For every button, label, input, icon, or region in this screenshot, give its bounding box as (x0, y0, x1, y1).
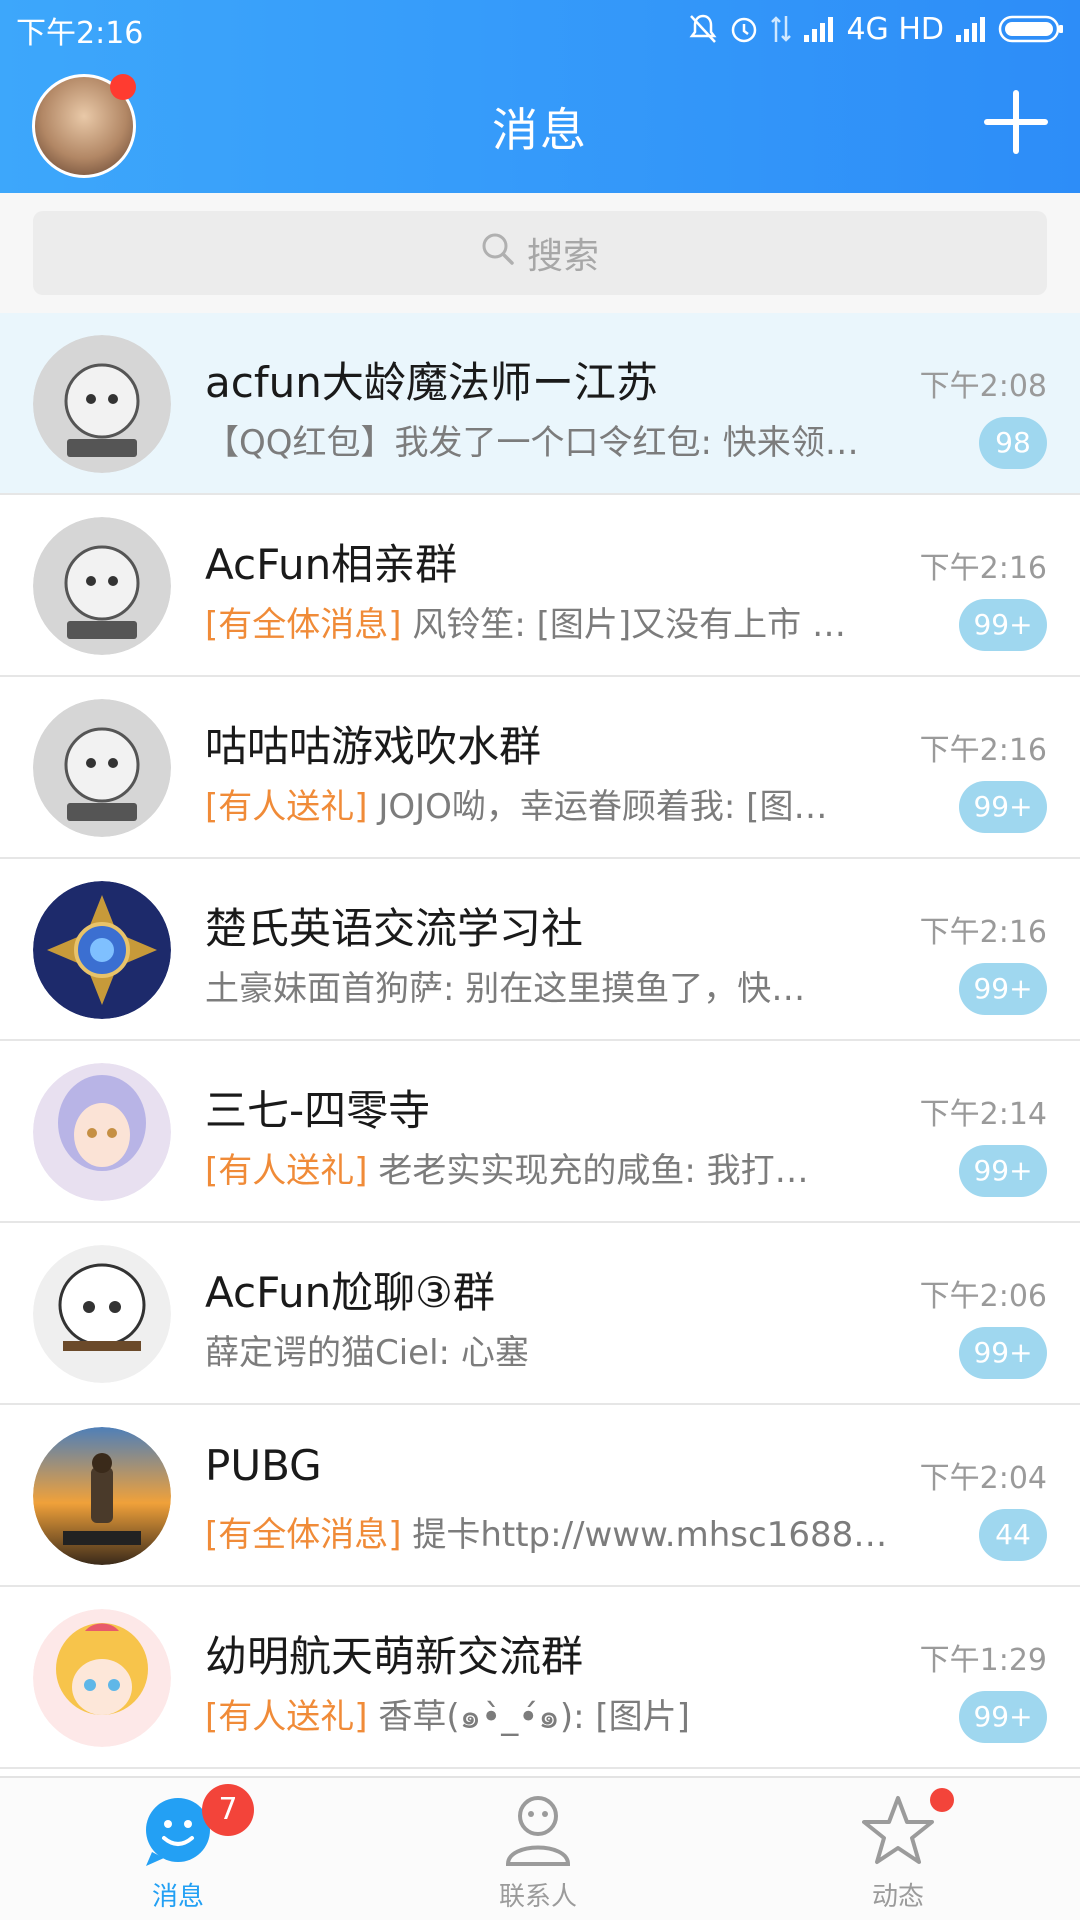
contact-person-icon (502, 1792, 574, 1872)
bottom-tab-bar: 7 消息 联系人 动态 (0, 1776, 1080, 1920)
add-plus-icon[interactable] (984, 90, 1048, 154)
group-avatar (33, 699, 171, 837)
unread-badge: 99+ (959, 599, 1047, 651)
signal-icon-2 (954, 15, 988, 43)
conversation-name: 咕咕咕游戏吹水群 (205, 722, 542, 771)
conversation-preview: [有全体消息] 风铃笙: [图片]又没有上市 … (205, 597, 913, 646)
unread-badge: 99+ (959, 1691, 1047, 1743)
conversation-time: 下午1:29 (919, 1643, 1047, 1678)
search-area: 搜索 (0, 193, 1080, 313)
messages-badge: 7 (202, 1784, 254, 1836)
tab-label: 联系人 (498, 1882, 577, 1912)
conversation-name: PUBG (205, 1441, 322, 1490)
conversation-time: 下午2:08 (919, 369, 1047, 404)
conversation-preview: 【QQ红包】我发了一个口令红包: 快来领… (205, 415, 913, 464)
conversation-row[interactable]: PUBG [有全体消息] 提卡http://www.mhsc1688… 下午2:… (0, 1405, 1080, 1587)
tab-label: 动态 (871, 1882, 924, 1912)
conversation-name: 幼明航天萌新交流群 (205, 1632, 584, 1681)
unread-badge: 44 (979, 1509, 1047, 1561)
app-header: 下午2:16 4G HD 消息 (0, 0, 1080, 193)
group-avatar (33, 1063, 171, 1201)
conversation-preview: [有人送礼] JOJO呦，幸运眷顾着我: [图… (205, 779, 913, 828)
conversation-row[interactable]: AcFun相亲群 [有全体消息] 风铃笙: [图片]又没有上市 … 下午2:16… (0, 495, 1080, 677)
conversation-row[interactable]: 咕咕咕游戏吹水群 [有人送礼] JOJO呦，幸运眷顾着我: [图… 下午2:16… (0, 677, 1080, 859)
nav-bar: 消息 (0, 62, 1080, 193)
conversation-name: 楚氏英语交流学习社 (205, 904, 584, 953)
conversation-row[interactable]: 楚氏英语交流学习社 土豪妹面首狗萨: 别在这里摸鱼了，快… 下午2:16 99+ (0, 859, 1080, 1041)
status-time: 下午2:16 (16, 16, 144, 51)
unread-badge: 99+ (959, 1327, 1047, 1379)
page-title: 消息 (492, 103, 588, 157)
mention-tag: [有全体消息] (205, 1515, 402, 1555)
group-avatar (33, 335, 171, 473)
group-avatar (33, 1427, 171, 1565)
tab-messages[interactable]: 7 消息 (78, 1778, 278, 1922)
conversation-time: 下午2:16 (919, 915, 1047, 950)
tab-moments[interactable]: 动态 (798, 1778, 998, 1922)
gift-tag: [有人送礼] (205, 787, 368, 827)
conversation-preview: [有人送礼] 老老实实现充的咸鱼: 我打… (205, 1143, 913, 1192)
alarm-clock-icon (728, 13, 760, 45)
data-transfer-icon (770, 14, 792, 44)
status-bar: 下午2:16 4G HD (0, 0, 1080, 60)
conversation-time: 下午2:04 (919, 1461, 1047, 1496)
tab-label: 消息 (151, 1882, 204, 1912)
conversation-name: AcFun尬聊③群 (205, 1268, 495, 1317)
preview-text: 【QQ红包】我发了一个口令红包: 快来领… (205, 423, 859, 463)
conversation-row[interactable]: 幼明航天萌新交流群 [有人送礼] 香草(๑•̀_•́๑): [图片] 下午1:2… (0, 1587, 1080, 1769)
search-placeholder: 搜索 (526, 236, 599, 277)
unread-badge: 99+ (959, 1145, 1047, 1197)
status-icons: 4G HD (688, 6, 1064, 52)
preview-text: 老老实实现充的咸鱼: 我打… (367, 1151, 809, 1191)
group-avatar (33, 1245, 171, 1383)
conversation-preview: [有全体消息] 提卡http://www.mhsc1688… (205, 1507, 913, 1556)
group-avatar (33, 517, 171, 655)
conversation-time: 下午2:16 (919, 551, 1047, 586)
conversation-preview: [有人送礼] 香草(๑•̀_•́๑): [图片] (205, 1689, 913, 1743)
group-avatar (33, 1609, 171, 1747)
preview-text: 风铃笙: [图片]又没有上市 … (401, 605, 846, 645)
conversation-row[interactable]: 三七-四零寺 [有人送礼] 老老实实现充的咸鱼: 我打… 下午2:14 99+ (0, 1041, 1080, 1223)
mention-tag: [有全体消息] (205, 605, 402, 645)
conversation-time: 下午2:06 (919, 1279, 1047, 1314)
conversation-list: acfun大龄魔法师ー江苏 【QQ红包】我发了一个口令红包: 快来领… 下午2:… (0, 313, 1080, 1769)
unread-badge: 99+ (959, 963, 1047, 1015)
mute-bell-icon (688, 13, 718, 45)
preview-text: 土豪妹面首狗萨: 别在这里摸鱼了，快… (205, 969, 806, 1009)
conversation-row[interactable]: AcFun尬聊③群 薛定谔的猫Ciel: 心塞 下午2:06 99+ (0, 1223, 1080, 1405)
gift-tag: [有人送礼] (205, 1697, 368, 1737)
conversation-row[interactable]: acfun大龄魔法师ー江苏 【QQ红包】我发了一个口令红包: 快来领… 下午2:… (0, 313, 1080, 495)
unread-badge: 98 (979, 417, 1047, 469)
preview-text: JOJO呦，幸运眷顾着我: [图… (367, 787, 828, 827)
preview-text: 提卡http://www.mhsc1688… (401, 1515, 888, 1555)
gift-tag: [有人送礼] (205, 1151, 368, 1191)
signal-icon (802, 15, 836, 43)
preview-text: 香草(๑•̀_•́๑): [图片] (367, 1697, 690, 1737)
tab-contacts[interactable]: 联系人 (438, 1778, 638, 1922)
conversation-name: acfun大龄魔法师ー江苏 (205, 358, 658, 407)
conversation-time: 下午2:16 (919, 733, 1047, 768)
conversation-preview: 薛定谔的猫Ciel: 心塞 (205, 1325, 913, 1374)
search-icon (481, 232, 527, 275)
conversation-time: 下午2:14 (919, 1097, 1047, 1132)
network-type: 4G HD (846, 11, 944, 47)
search-bar[interactable]: 搜索 (33, 211, 1047, 295)
group-avatar (33, 881, 171, 1019)
moments-notification-dot (930, 1788, 954, 1812)
unread-badge: 99+ (959, 781, 1047, 833)
conversation-name: AcFun相亲群 (205, 540, 458, 589)
battery-icon (998, 14, 1064, 44)
star-icon (862, 1792, 934, 1872)
conversation-preview: 土豪妹面首狗萨: 别在这里摸鱼了，快… (205, 961, 913, 1010)
conversation-name: 三七-四零寺 (205, 1086, 431, 1135)
preview-text: 薛定谔的猫Ciel: 心塞 (205, 1333, 529, 1373)
